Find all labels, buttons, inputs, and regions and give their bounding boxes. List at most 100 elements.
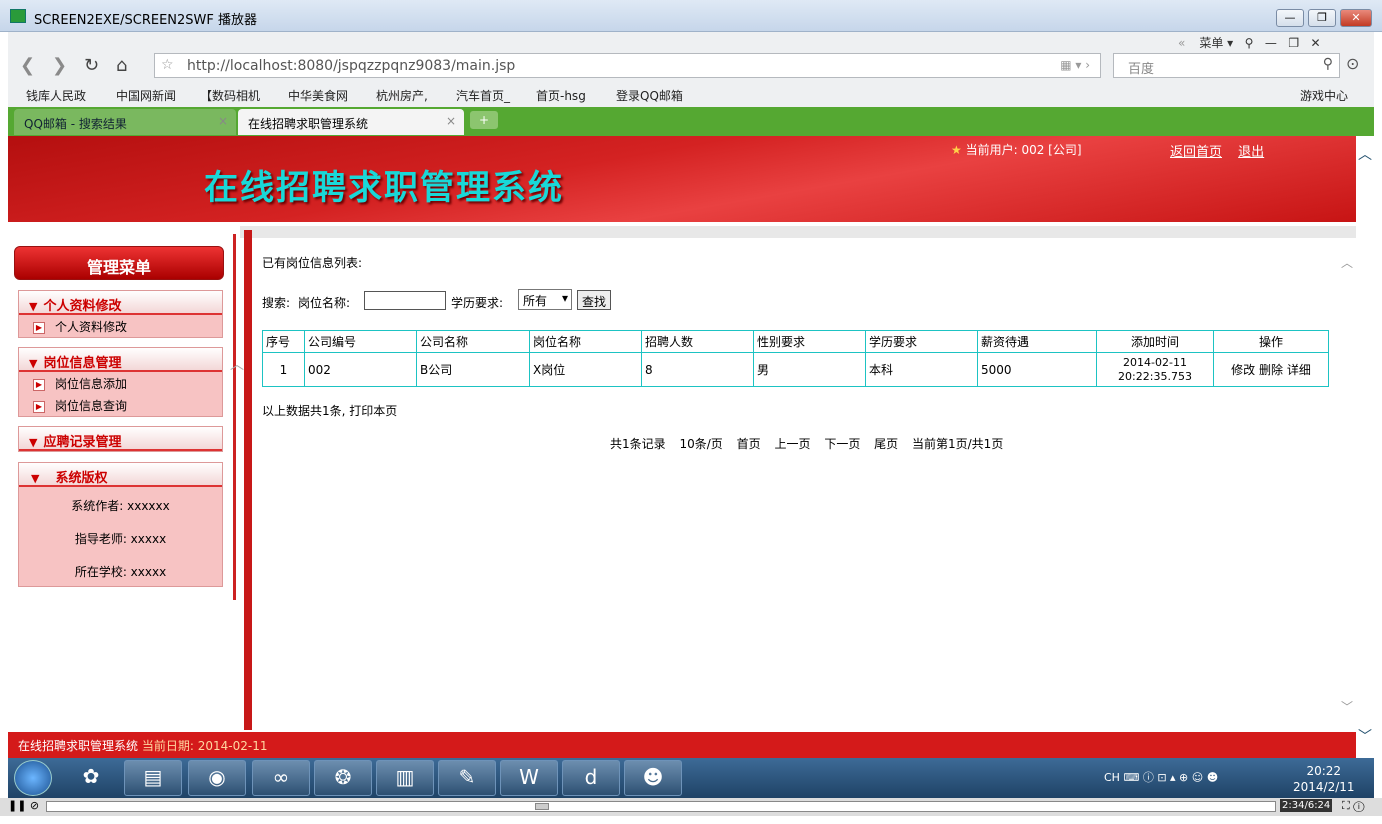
new-tab-button[interactable]: + — [470, 111, 498, 129]
refresh-icon[interactable]: ↻ — [84, 55, 99, 76]
folder-icon[interactable]: ▤ — [124, 760, 182, 796]
seek-thumb[interactable] — [535, 803, 549, 810]
footer-date-label: 当前日期: — [141, 739, 194, 753]
back-icon[interactable]: ❮ — [20, 55, 35, 76]
education-select[interactable]: 所有 ▾ — [518, 289, 572, 310]
player-bar: ❚❚ ⊘ 2:34/6:24 ⛶ ⓘ — [0, 798, 1382, 816]
logout-link[interactable]: 退出 — [1238, 145, 1264, 160]
close-icon[interactable]: × — [218, 114, 228, 128]
tools-icon[interactable]: ✎ — [438, 760, 496, 796]
education-label: 学历要求: — [451, 296, 504, 310]
dreamweaver-icon[interactable]: d — [562, 760, 620, 796]
chevron-up-icon[interactable]: ︿ — [1358, 144, 1372, 164]
menu-item-label: 岗位信息查询 — [55, 399, 128, 413]
bookmark-item[interactable]: 钱库人民政 — [26, 87, 86, 104]
pager-last[interactable]: 尾页 — [874, 437, 898, 451]
col-header: 添加时间 — [1096, 330, 1214, 353]
home-link[interactable]: 返回首页 — [1170, 145, 1222, 160]
bookmark-item[interactable]: 汽车首页_ — [456, 87, 510, 104]
forward-icon[interactable]: ❯ — [52, 55, 67, 76]
server-icon[interactable]: ▥ — [376, 760, 434, 796]
table-header-row: 序号 公司编号 公司名称 岗位名称 招聘人数 性别要求 学历要求 薪资待遇 添加… — [262, 330, 1329, 353]
close-button[interactable]: ✕ — [1340, 9, 1372, 27]
pager-prev[interactable]: 上一页 — [774, 437, 810, 451]
app-icon[interactable]: ✿ — [62, 760, 120, 796]
tab-recruitment[interactable]: 在线招聘求职管理系统 × — [238, 109, 464, 135]
pager-first[interactable]: 首页 — [737, 437, 761, 451]
star-icon: ★ — [951, 143, 962, 157]
bookmark-item[interactable]: 中华美食网 — [288, 87, 348, 104]
menu-title: 管理菜单 — [14, 246, 224, 280]
seek-bar[interactable] — [46, 801, 1276, 812]
menu-group-header[interactable]: ▼ 岗位信息管理 — [19, 348, 222, 372]
chevron-down-icon[interactable]: ﹀ — [1358, 726, 1372, 746]
detail-link[interactable]: 详细 — [1287, 363, 1311, 377]
lang-indicator[interactable]: CH — [1104, 771, 1120, 784]
star-icon[interactable]: ☆ — [161, 57, 174, 73]
search-label: 搜索: — [262, 296, 291, 310]
word-icon[interactable]: W — [500, 760, 558, 796]
clock[interactable]: 20:22 2014/2/11 — [1293, 763, 1355, 795]
search-input[interactable]: 百度 ⚲ — [1113, 53, 1340, 78]
close-icon[interactable]: × — [446, 114, 456, 128]
address-bar[interactable]: ☆ http://localhost:8080/jspqzzpqnz9083/m… — [154, 53, 1101, 78]
bookmark-item[interactable]: 中国网新闻 — [116, 87, 176, 104]
splitter-bar[interactable] — [244, 230, 252, 730]
pager: 共1条记录 10条/页 首页 上一页 下一页 尾页 当前第1页/共1页 — [610, 435, 1013, 452]
cell-salary: 5000 — [977, 352, 1097, 387]
menu-item-position-add[interactable]: ▶ 岗位信息添加 — [19, 372, 222, 394]
find-button[interactable]: 查找 — [577, 290, 611, 310]
table-row: 1 002 B公司 X岗位 8 男 本科 5000 2014-02-11 20:2… — [262, 352, 1329, 387]
browser-chrome: «菜单 ▾ ⚲ — ❐ ✕ ❮ ❯ ↻ ⌂ ☆ http://localhost… — [8, 32, 1374, 136]
tab-qq-mail[interactable]: QQ邮箱 - 搜索结果 × — [14, 109, 236, 135]
chevron-up-icon[interactable]: ︿ — [230, 354, 244, 374]
qq-icon[interactable]: ☻ — [624, 760, 682, 796]
fullscreen-icon[interactable]: ⛶ ⓘ — [1342, 799, 1364, 813]
group-title: 岗位信息管理 — [43, 356, 122, 371]
chevron-down-icon[interactable]: ﹀ — [1341, 698, 1353, 715]
search-engine-label: 百度 — [1128, 62, 1155, 77]
menu-item-profile-edit[interactable]: ▶ 个人资料修改 — [19, 315, 222, 337]
time-clock: 20:22:35.753 — [1118, 369, 1192, 383]
cell-education: 本科 — [865, 352, 978, 387]
restore-button[interactable]: ❐ — [1308, 9, 1336, 27]
browser-menu[interactable]: «菜单 ▾ ⚲ — ❐ ✕ — [1178, 34, 1321, 51]
menu-label: 菜单 — [1199, 36, 1224, 50]
cell-gender: 男 — [753, 352, 866, 387]
minimize-button[interactable]: — — [1276, 9, 1304, 27]
app-icon[interactable]: ❂ — [314, 760, 372, 796]
system-title: 在线招聘求职管理系统 — [204, 168, 564, 208]
search-icon[interactable]: ⚲ — [1323, 56, 1333, 72]
menu-item-position-query[interactable]: ▶ 岗位信息查询 — [19, 394, 222, 416]
window-titlebar: SCREEN2EXE/SCREEN2SWF 播放器 — ❐ ✕ — [0, 0, 1382, 32]
taskbar: ✿ ▤ ◉ ∞ ❂ ▥ ✎ W d ☻ CH ⌨ ⓘ ⊡ ▴ ⊕ ☺ ☻ 20:… — [8, 758, 1374, 798]
menu-group-header[interactable]: ▼ 应聘记录管理 — [19, 427, 222, 451]
col-header: 公司名称 — [416, 330, 530, 353]
download-icon[interactable]: ⊙ — [1346, 54, 1359, 73]
qq-browser-icon[interactable]: ◉ — [188, 760, 246, 796]
bookmark-item[interactable]: 登录QQ邮箱 — [616, 87, 683, 104]
delete-link[interactable]: 删除 — [1259, 363, 1283, 377]
game-center-link[interactable]: 游戏中心 — [1300, 87, 1348, 104]
bookmark-item[interactable]: 【数码相机 — [200, 87, 260, 104]
window-title: SCREEN2EXE/SCREEN2SWF 播放器 — [34, 13, 257, 28]
home-icon[interactable]: ⌂ — [116, 55, 127, 76]
edit-link[interactable]: 修改 — [1231, 363, 1255, 377]
bookmark-item[interactable]: 杭州房产, — [376, 87, 428, 104]
copyright-title: 系统版权 — [55, 471, 108, 486]
clock-time: 20:22 — [1306, 764, 1342, 778]
qr-icon[interactable]: ▦ ▾ › — [1060, 58, 1090, 72]
chevron-up-icon[interactable]: ︿ — [1341, 254, 1353, 271]
tab-label: 在线招聘求职管理系统 — [248, 117, 369, 131]
start-button[interactable] — [14, 760, 52, 796]
app-icon[interactable]: ∞ — [252, 760, 310, 796]
menu-group-header[interactable]: ▼ 个人资料修改 — [19, 291, 222, 315]
footer-date: 2014-02-11 — [197, 739, 268, 753]
pause-icon[interactable]: ❚❚ ⊘ — [8, 799, 39, 812]
position-name-input[interactable] — [364, 291, 446, 310]
pager-next[interactable]: 下一页 — [824, 437, 860, 451]
time-date: 2014-02-11 — [1123, 355, 1187, 369]
page-scrollbar[interactable]: ︿ ﹀ — [1356, 136, 1374, 756]
bookmark-item[interactable]: 首页-hsg — [536, 87, 586, 104]
col-header: 性别要求 — [753, 330, 866, 353]
